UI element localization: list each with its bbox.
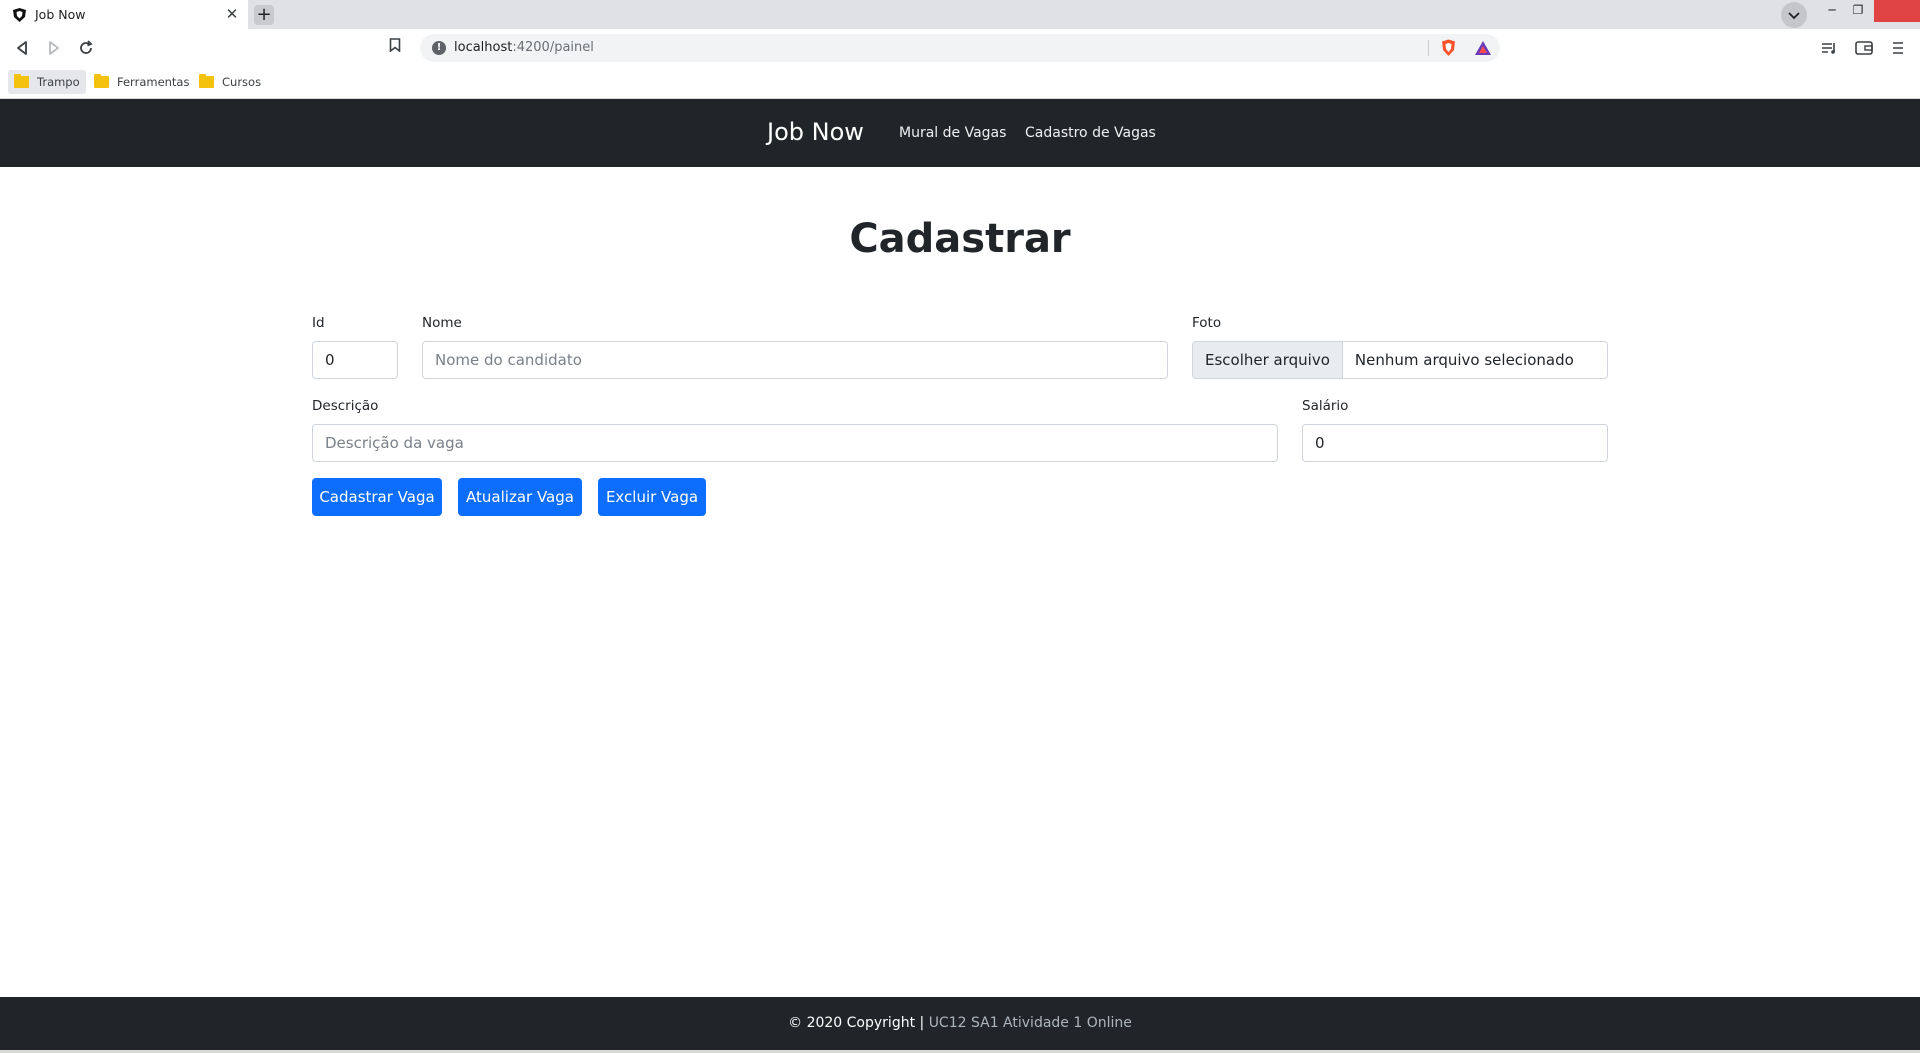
tab-search-button[interactable] xyxy=(1781,2,1807,28)
brave-shields-icon[interactable] xyxy=(1440,39,1457,57)
shield-icon xyxy=(13,8,26,22)
reload-icon[interactable] xyxy=(75,37,97,59)
url-text: localhost:4200/painel xyxy=(454,40,594,55)
foto-file-input[interactable]: Escolher arquivo Nenhum arquivo selecion… xyxy=(1192,341,1608,379)
nome-label: Nome xyxy=(422,315,462,331)
back-icon[interactable] xyxy=(11,37,33,59)
atualizar-vaga-button[interactable]: Atualizar Vaga xyxy=(458,478,582,516)
site-info-icon[interactable]: ! xyxy=(432,41,446,55)
browser-toolbar: ! localhost:4200/painel xyxy=(0,29,1920,67)
bookmark-folder-ferramentas[interactable]: Ferramentas xyxy=(88,70,195,94)
folder-icon xyxy=(199,74,214,88)
bookmarks-bar: Trampo Ferramentas Cursos xyxy=(0,67,1920,99)
bookmark-label: Ferramentas xyxy=(117,75,190,89)
brave-rewards-icon[interactable] xyxy=(1474,40,1492,56)
foto-label: Foto xyxy=(1192,315,1222,331)
descricao-label: Descrição xyxy=(312,398,379,414)
salario-field[interactable] xyxy=(1302,424,1608,462)
file-status-text: Nenhum arquivo selecionado xyxy=(1354,351,1574,369)
footer-copyright: © 2020 Copyright | xyxy=(788,1015,929,1031)
bookmark-icon[interactable] xyxy=(389,38,401,52)
url-separator xyxy=(1428,40,1429,56)
folder-icon xyxy=(94,74,109,88)
playlist-icon[interactable] xyxy=(1818,37,1840,59)
bookmark-folder-trampo[interactable]: Trampo xyxy=(8,70,86,94)
navbar-brand[interactable]: Job Now xyxy=(767,118,864,146)
address-bar[interactable]: ! localhost:4200/painel xyxy=(420,34,1500,62)
page-title: Cadastrar xyxy=(849,216,1071,262)
cadastrar-vaga-button[interactable]: Cadastrar Vaga xyxy=(312,478,442,516)
descricao-field[interactable] xyxy=(312,424,1278,462)
forward-icon[interactable] xyxy=(43,37,65,59)
restore-button[interactable]: ❐ xyxy=(1845,0,1871,22)
bookmark-label: Cursos xyxy=(222,75,262,89)
new-tab-button[interactable]: + xyxy=(254,5,274,25)
window-close-button[interactable] xyxy=(1874,0,1920,22)
nav-link-cadastro-de-vagas[interactable]: Cadastro de Vagas xyxy=(1025,125,1156,141)
choose-file-button[interactable]: Escolher arquivo xyxy=(1193,342,1343,378)
browser-tab[interactable]: Job Now ✕ xyxy=(0,0,248,29)
excluir-vaga-button[interactable]: Excluir Vaga xyxy=(598,478,706,516)
nome-field[interactable] xyxy=(422,341,1168,379)
tab-title: Job Now xyxy=(35,7,86,22)
minimize-button[interactable]: ─ xyxy=(1819,0,1845,22)
footer: © 2020 Copyright | UC12 SA1 Atividade 1 … xyxy=(0,997,1920,1050)
salario-label: Salário xyxy=(1302,398,1349,414)
folder-icon xyxy=(14,74,29,88)
bookmark-label: Trampo xyxy=(37,75,80,89)
footer-link[interactable]: UC12 SA1 Atividade 1 Online xyxy=(929,1015,1132,1031)
bookmark-folder-cursos[interactable]: Cursos xyxy=(193,70,267,94)
id-field[interactable] xyxy=(312,341,398,379)
chevron-down-icon xyxy=(1788,12,1800,20)
menu-icon[interactable] xyxy=(1887,37,1909,59)
nav-link-mural-de-vagas[interactable]: Mural de Vagas xyxy=(899,125,1006,141)
tab-close-icon[interactable]: ✕ xyxy=(224,6,240,22)
wallet-icon[interactable] xyxy=(1853,37,1875,59)
browser-tabstrip: Job Now ✕ + ─ ❐ xyxy=(0,0,1920,29)
navbar: Job Now Mural de Vagas Cadastro de Vagas xyxy=(0,99,1920,167)
id-label: Id xyxy=(312,315,325,331)
